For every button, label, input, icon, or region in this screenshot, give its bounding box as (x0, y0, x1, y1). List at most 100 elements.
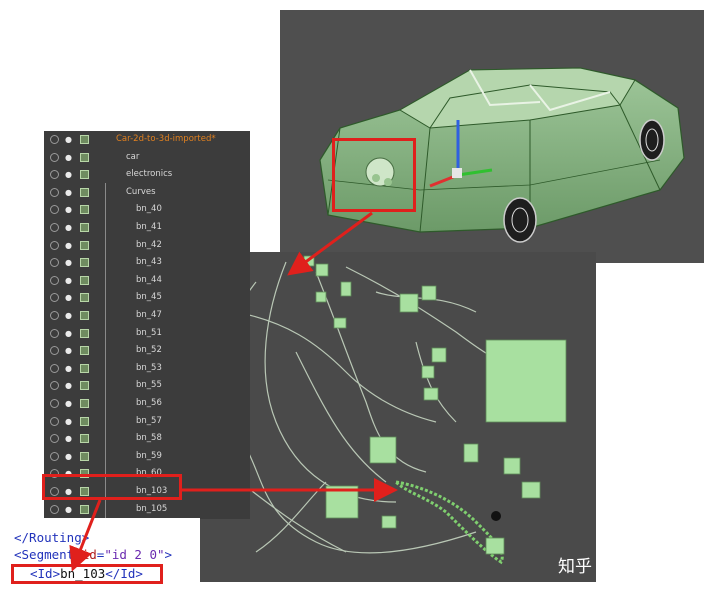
group-icon (80, 187, 89, 197)
curve-icon (80, 416, 89, 426)
wire-harness-drawing (218, 255, 567, 565)
curve-icon (80, 451, 89, 461)
tree-curve-item[interactable]: ● bn_41 (44, 219, 250, 237)
curve-icon (80, 293, 89, 303)
tree-item-label: Car-2d-to-3d-imported* (116, 134, 216, 144)
visibility-toggle[interactable] (50, 223, 59, 232)
visibility-toggle[interactable] (50, 152, 59, 162)
tree-curve-item[interactable]: ● bn_58 (44, 430, 250, 448)
visibility-toggle[interactable] (50, 293, 59, 303)
tree-group-item[interactable]: ● electronics (44, 166, 250, 184)
eye-icon[interactable]: ● (65, 311, 74, 320)
visibility-toggle[interactable] (50, 258, 59, 268)
visibility-toggle[interactable] (50, 451, 59, 461)
tree-item-label: bn_40 (136, 204, 162, 215)
tree-curve-item[interactable]: ● bn_55 (44, 377, 250, 395)
eye-icon[interactable]: ● (65, 205, 74, 214)
group-icon (80, 135, 89, 144)
connector-box (521, 481, 541, 499)
wire-routing-viewport[interactable] (196, 252, 596, 582)
eye-icon[interactable]: ● (65, 381, 74, 390)
eye-icon[interactable]: ● (65, 170, 74, 179)
connector-box (333, 317, 347, 329)
connector-box (369, 436, 397, 464)
highlight-box-tree-row (42, 474, 182, 500)
tree-item-label: bn_58 (136, 433, 162, 444)
xml-segment-tag: <Segment (14, 547, 75, 562)
connector-box (423, 387, 439, 401)
visibility-toggle[interactable] (50, 135, 59, 144)
tree-curve-item[interactable]: ● bn_105 (44, 501, 250, 519)
tree-item-label: bn_47 (136, 310, 162, 320)
curve-icon (80, 275, 89, 285)
curve-icon (80, 223, 89, 232)
eye-icon[interactable]: ● (65, 135, 74, 144)
scene-tree-panel[interactable]: ● Car-2d-to-3d-imported* ● car ● electronics ●… (44, 131, 250, 519)
tree-curve-item[interactable]: ● bn_53 (44, 360, 250, 378)
visibility-toggle[interactable] (50, 381, 59, 391)
eye-icon[interactable]: ● (65, 188, 74, 197)
tree-item-label: bn_57 (136, 415, 162, 426)
eye-icon[interactable]: ● (65, 434, 74, 443)
connector-box (340, 281, 352, 297)
curve-icon (80, 346, 89, 356)
eye-icon[interactable]: ● (65, 293, 74, 302)
eye-icon[interactable]: ● (65, 153, 74, 162)
visibility-toggle[interactable] (50, 346, 59, 356)
tree-curve-item[interactable]: ● bn_40 (44, 201, 250, 219)
eye-icon[interactable]: ● (65, 346, 74, 355)
visibility-toggle[interactable] (50, 311, 59, 320)
tree-curve-item[interactable]: ● bn_43 (44, 254, 250, 272)
watermark: 知乎 @新科益 (558, 557, 666, 577)
eye-icon[interactable]: ● (65, 364, 74, 373)
eye-icon[interactable]: ● (65, 399, 74, 408)
visibility-toggle[interactable] (50, 363, 59, 373)
car-3d-viewport[interactable] (280, 10, 704, 263)
tree-curve-item[interactable]: ● bn_45 (44, 289, 250, 307)
visibility-toggle[interactable] (50, 504, 59, 514)
connector-box (431, 347, 447, 363)
eye-icon[interactable]: ● (65, 505, 74, 514)
curve-icon (80, 381, 89, 391)
visibility-toggle[interactable] (50, 187, 59, 197)
eye-icon[interactable]: ● (65, 417, 74, 426)
curve-icon (80, 328, 89, 338)
curve-icon (80, 258, 89, 268)
eye-icon[interactable]: ● (65, 241, 74, 250)
curve-icon (80, 363, 89, 373)
connector-box (421, 285, 437, 301)
tree-curve-item[interactable]: ● bn_57 (44, 413, 250, 431)
tree-item-label: bn_56 (136, 398, 162, 408)
visibility-toggle[interactable] (50, 434, 59, 444)
tree-curve-item[interactable]: ● bn_52 (44, 342, 250, 360)
eye-icon[interactable]: ● (65, 452, 74, 461)
tree-group-item[interactable]: ● car (44, 149, 250, 167)
xml-tag-end: > (164, 547, 173, 562)
tree-root-item[interactable]: ● Car-2d-to-3d-imported* (44, 131, 250, 149)
visibility-toggle[interactable] (50, 240, 59, 250)
visibility-toggle[interactable] (50, 328, 59, 338)
connector-box (315, 291, 327, 303)
visibility-toggle[interactable] (50, 205, 59, 215)
tree-curve-item[interactable]: ● bn_51 (44, 325, 250, 343)
visibility-toggle[interactable] (50, 275, 59, 285)
tree-item-label: car (126, 151, 140, 162)
tree-curve-item[interactable]: ● bn_59 (44, 448, 250, 466)
eye-icon[interactable]: ● (65, 258, 74, 267)
visibility-toggle[interactable] (50, 170, 59, 180)
eye-icon[interactable]: ● (65, 223, 74, 232)
visibility-toggle[interactable] (50, 399, 59, 408)
visibility-toggle[interactable] (50, 416, 59, 426)
tree-curve-item[interactable]: ● bn_47 (44, 307, 250, 325)
eye-icon[interactable]: ● (65, 276, 74, 285)
tree-curve-item[interactable]: ● bn_42 (44, 237, 250, 255)
connector-box-large (485, 339, 567, 423)
tree-group-item[interactable]: ● Curves (44, 184, 250, 202)
tree-curve-item[interactable]: ● bn_44 (44, 272, 250, 290)
eye-icon[interactable]: ● (65, 329, 74, 338)
tree-item-label: bn_41 (136, 222, 162, 232)
tree-curve-item[interactable]: ● bn_56 (44, 395, 250, 413)
tree-item-label: Curves (126, 186, 156, 197)
xml-code-snippet: </Routing> <Segment id="id 2 0"> <Id>bn_… (0, 518, 200, 594)
connector-box (503, 457, 521, 475)
